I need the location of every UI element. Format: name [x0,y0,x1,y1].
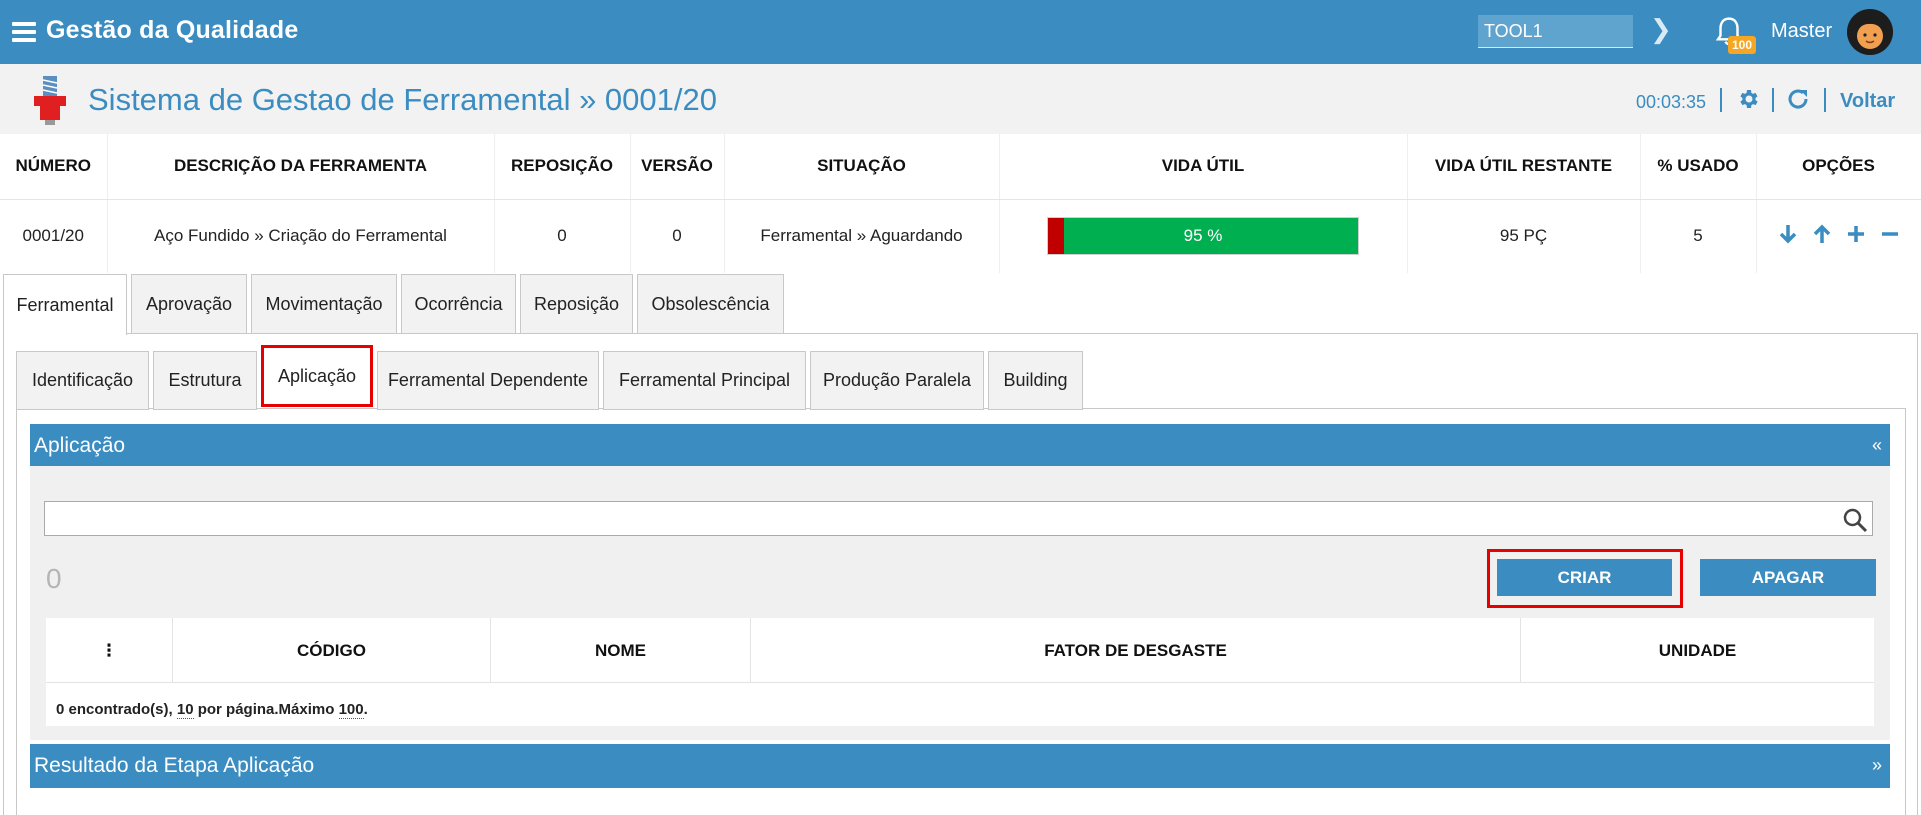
cell-vida-util: 95 % [999,199,1408,273]
col-fator-desgaste[interactable]: FATOR DE DESGASTE [751,618,1521,683]
tab-producao-paralela[interactable]: Produção Paralela [810,351,984,410]
main-tabs: Ferramental Aprovação Movimentação Ocorr… [3,274,788,335]
grid-footer: 0 encontrado(s), 10 por página.Máximo 10… [56,701,368,719]
tab-movimentacao[interactable]: Movimentação [251,274,397,334]
page-title: Sistema de Gestao de Ferramental » 0001/… [88,82,717,117]
separator [1720,88,1722,112]
summary-header-row: NÚMERO DESCRIÇÃO DA FERRAMENTA REPOSIÇÃO… [0,134,1921,200]
tab-identificacao[interactable]: Identificação [16,351,149,410]
cell-situacao: Ferramental » Aguardando [724,199,1000,273]
record-count: 0 [46,563,62,594]
refresh-icon[interactable] [1786,87,1810,111]
tool-summary-table: NÚMERO DESCRIÇÃO DA FERRAMENTA REPOSIÇÃO… [0,134,1921,273]
grid-header-row: ⋮ CÓDIGO NOME FATOR DE DESGASTE UNIDADE [46,618,1874,683]
aplicacao-grid: ⋮ CÓDIGO NOME FATOR DE DESGASTE UNIDADE … [46,618,1874,726]
col-versao: VERSÃO [630,134,725,200]
tab-ferramental-dependente[interactable]: Ferramental Dependente [377,351,599,410]
col-descricao: DESCRIÇÃO DA FERRAMENTA [107,134,495,200]
tab-ferramental[interactable]: Ferramental [3,274,127,335]
max-selector[interactable]: 100 [338,701,364,719]
page-header: Sistema de Gestao de Ferramental » 0001/… [0,64,1921,134]
chevron-right-icon[interactable]: ❯ [1650,14,1672,45]
sub-tabs: Identificação Estrutura Aplicação Ferram… [16,345,1087,410]
expand-icon[interactable]: » [1872,755,1882,776]
table-row: 0001/20 Aço Fundido » Criação do Ferrame… [0,199,1921,273]
tab-estrutura[interactable]: Estrutura [153,351,257,410]
found-text: 0 encontrado(s), [56,701,177,718]
search-input[interactable] [44,501,1873,536]
tab-building[interactable]: Building [988,351,1083,410]
resultado-panel-header[interactable]: Resultado da Etapa Aplicação » [30,744,1890,788]
tab-ocorrencia[interactable]: Ocorrência [401,274,516,334]
cell-numero: 0001/20 [0,199,108,273]
hamburger-menu-icon[interactable] [12,22,36,42]
cell-descricao: Aço Fundido » Criação do Ferramental [107,199,495,273]
col-numero: NÚMERO [0,134,108,200]
col-opcoes: OPÇÕES [1756,134,1921,200]
plus-icon[interactable] [1845,223,1867,245]
life-used-fill [1048,218,1064,255]
tab-obsolescencia[interactable]: Obsolescência [637,274,784,334]
search-icon[interactable] [1842,507,1868,533]
col-vida-util: VIDA ÚTIL [999,134,1408,200]
minus-icon[interactable] [1879,223,1901,245]
arrow-up-icon[interactable] [1811,223,1833,245]
app-brand: Gestão da Qualidade [46,16,299,44]
back-link[interactable]: Voltar [1840,90,1895,113]
cell-vida-restante: 95 PÇ [1407,199,1641,273]
delete-button[interactable]: APAGAR [1700,559,1876,596]
tab-reposicao[interactable]: Reposição [520,274,633,334]
avatar[interactable] [1847,9,1893,55]
separator [1772,88,1774,112]
panel-title: Aplicação [34,434,126,457]
separator [1824,88,1826,112]
tab-ferramental-principal[interactable]: Ferramental Principal [603,351,806,410]
col-codigo[interactable]: CÓDIGO [173,618,491,683]
col-situacao: SITUAÇÃO [724,134,1000,200]
tool-search-input[interactable] [1478,15,1633,48]
cell-usado: 5 [1640,199,1757,273]
tab-aplicacao[interactable]: Aplicação [261,345,373,407]
collapse-icon[interactable]: « [1872,435,1882,456]
footer-end: . [363,701,368,718]
cell-reposicao: 0 [494,199,631,273]
col-unidade[interactable]: UNIDADE [1521,618,1874,683]
col-nome[interactable]: NOME [491,618,751,683]
cell-opcoes [1756,199,1921,273]
user-name[interactable]: Master [1771,20,1832,43]
create-button-highlight [1487,549,1683,608]
life-progress-label: 95 % [1183,226,1223,246]
aplicacao-panel-header[interactable]: Aplicação « [30,424,1890,468]
gear-icon[interactable] [1736,87,1760,111]
cell-versao: 0 [630,199,725,273]
result-panel-title: Resultado da Etapa Aplicação [34,754,315,777]
top-bar: Gestão da Qualidade ❯ 100 Master [0,0,1921,64]
arrow-down-icon[interactable] [1777,223,1799,245]
per-page-selector[interactable]: 10 [176,701,194,719]
session-timer: 00:03:35 [1636,92,1707,112]
column-menu-icon[interactable]: ⋮ [46,618,173,683]
tool-logo-icon [34,76,66,125]
notification-badge: 100 [1728,36,1757,54]
col-reposicao: REPOSIÇÃO [494,134,631,200]
life-progress-bar: 95 % [1047,217,1359,256]
tab-aprovacao[interactable]: Aprovação [131,274,247,334]
col-usado: % USADO [1640,134,1757,200]
col-vida-restante: VIDA ÚTIL RESTANTE [1407,134,1641,200]
per-page-text: por página.Máximo [193,701,339,718]
